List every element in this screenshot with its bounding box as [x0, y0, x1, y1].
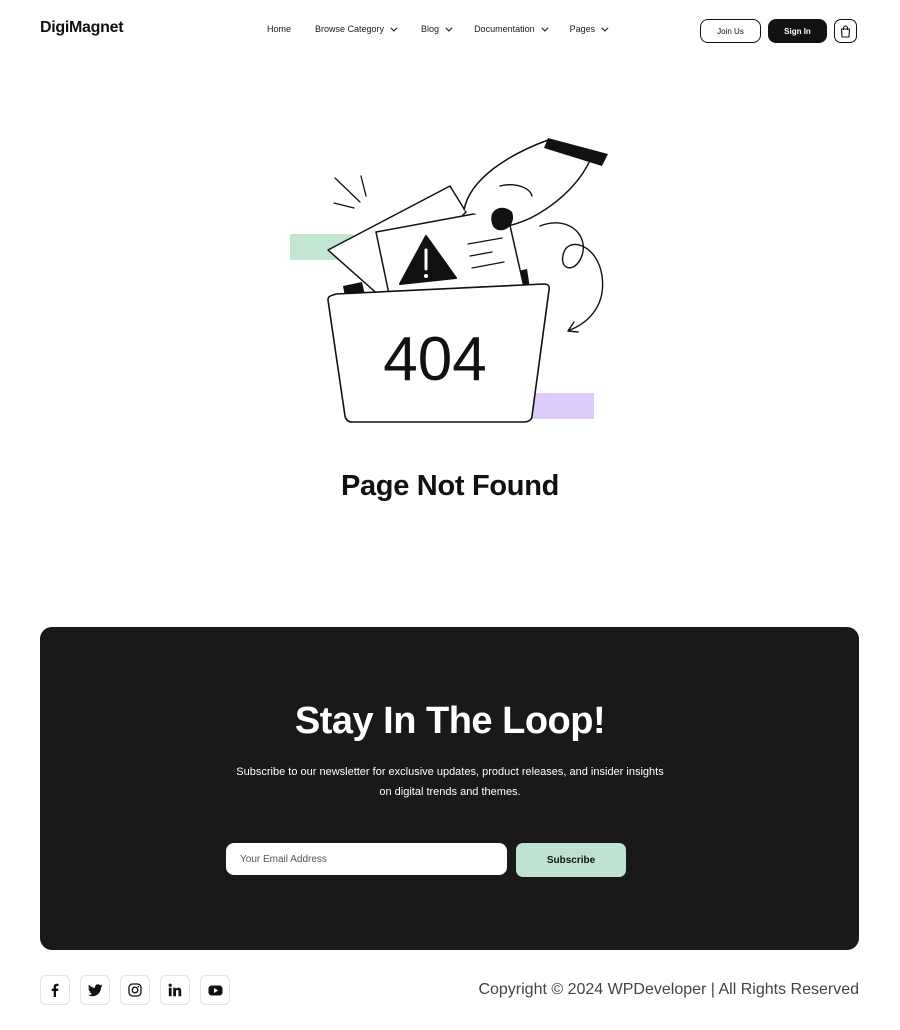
nav-blog-label: Blog	[421, 24, 440, 34]
subscribe-button[interactable]: Subscribe	[516, 843, 626, 877]
cart-button[interactable]	[834, 19, 857, 43]
error-404-illustration: 404	[290, 138, 608, 423]
linkedin-link[interactable]	[160, 975, 190, 1005]
join-us-button[interactable]: Join Us	[700, 19, 761, 43]
newsletter-description: Subscribe to our newsletter for exclusiv…	[236, 766, 664, 798]
shopping-bag-icon	[840, 24, 851, 38]
site-logo[interactable]: DigiMagnet	[40, 19, 124, 37]
nav-blog[interactable]: Blog	[421, 24, 453, 34]
instagram-link[interactable]	[120, 975, 150, 1005]
twitter-icon	[87, 983, 102, 996]
nav-documentation-label: Documentation	[474, 24, 535, 34]
linkedin-icon	[168, 983, 182, 997]
nav-pages-label: Pages	[569, 24, 596, 34]
main-nav: Home Browse Category Blog Documentation …	[267, 24, 609, 34]
purple-accent-block	[530, 393, 594, 419]
copyright-text: Copyright © 2024 WPDeveloper | All Right…	[478, 981, 859, 998]
chevron-down-icon	[390, 24, 398, 32]
nav-browse-category[interactable]: Browse Category	[315, 24, 398, 34]
nav-pages[interactable]: Pages	[569, 24, 609, 34]
instagram-icon	[128, 983, 142, 997]
page-title: Page Not Found	[340, 470, 560, 502]
error-code-text: 404	[383, 325, 486, 394]
nav-home[interactable]: Home	[267, 24, 291, 34]
twitter-link[interactable]	[80, 975, 110, 1005]
facebook-icon	[51, 983, 59, 997]
newsletter-title: Stay In The Loop!	[294, 700, 606, 742]
chevron-down-icon	[445, 24, 453, 32]
youtube-link[interactable]	[200, 975, 230, 1005]
chevron-down-icon	[540, 24, 549, 32]
email-input[interactable]	[226, 843, 507, 875]
nav-browse-category-label: Browse Category	[315, 24, 385, 34]
sign-in-button[interactable]: Sign In	[768, 19, 827, 43]
chevron-down-icon	[601, 24, 609, 32]
social-links	[40, 975, 230, 1005]
facebook-link[interactable]	[40, 975, 70, 1005]
site-header: DigiMagnet Home Browse Category Blog Doc…	[0, 0, 900, 62]
nav-documentation[interactable]: Documentation	[474, 24, 549, 34]
youtube-icon	[208, 985, 222, 995]
nav-home-label: Home	[267, 24, 292, 34]
